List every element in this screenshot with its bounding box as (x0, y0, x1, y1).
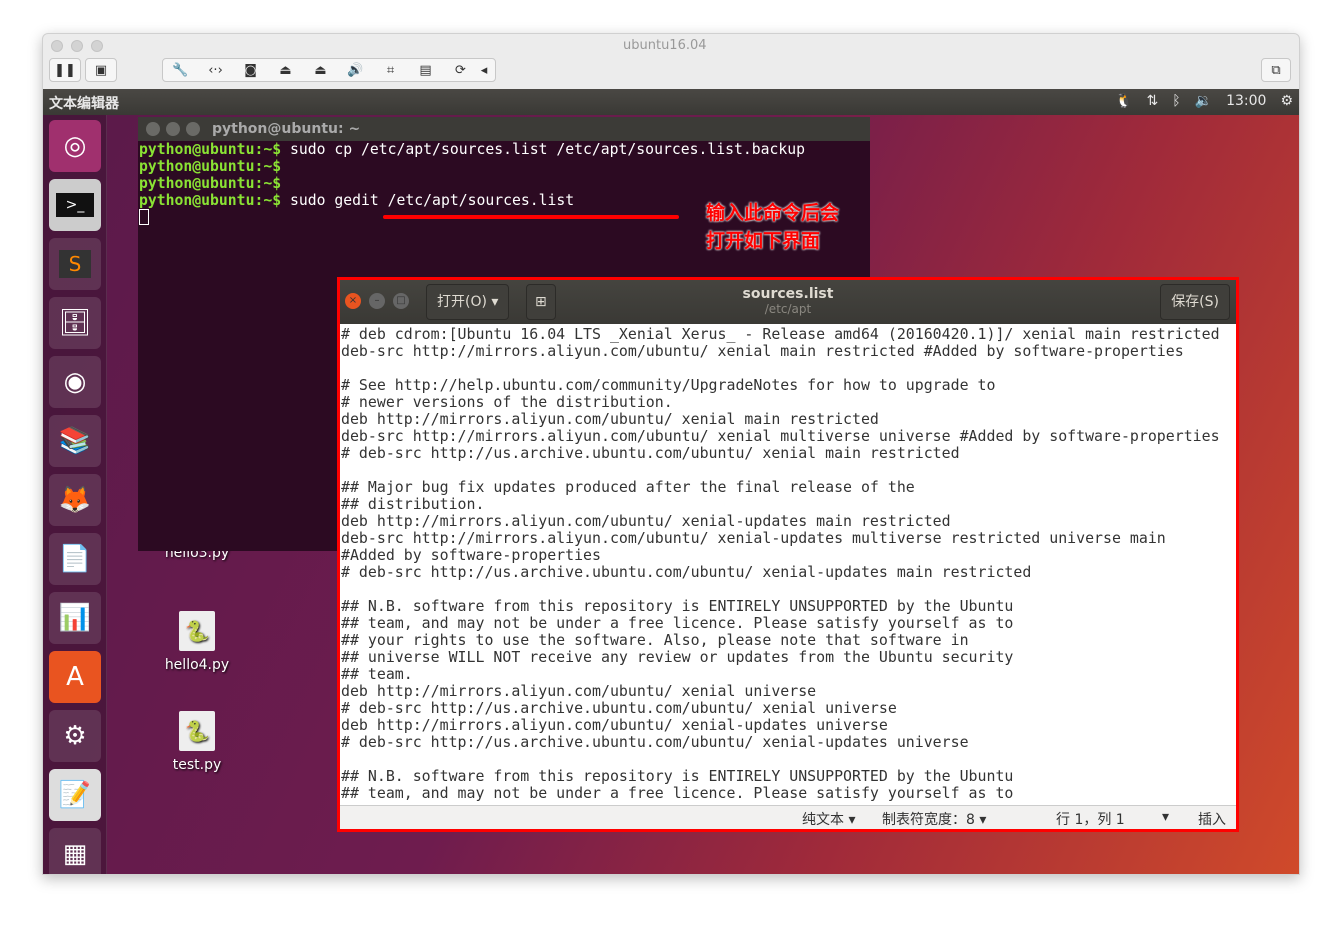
text-editor-icon[interactable]: 📝 (49, 769, 101, 821)
insert-mode[interactable]: 插入 (1198, 809, 1226, 829)
files-icon[interactable]: 🗄 (49, 297, 101, 349)
top-panel: 文本编辑器 🐧 ⇅ ᛒ 🔉 13:00 ⚙ (43, 89, 1299, 115)
floppy-icon[interactable]: ▤ (408, 63, 443, 78)
terminal-titlebar: python@ubuntu: ~ (138, 117, 870, 141)
bluetooth-icon[interactable]: ᛒ (1172, 93, 1180, 109)
snapshot-button[interactable]: ▣ (85, 58, 117, 82)
pause-icon: ❚❚ (54, 62, 76, 78)
terminal-line: python@ubuntu:~$ (139, 175, 282, 192)
network-icon[interactable]: ‹·› (198, 63, 233, 78)
network-arrows-icon[interactable]: ⇅ (1147, 93, 1159, 109)
cd-icon[interactable]: ⏏ (268, 63, 303, 78)
vm-window: ubuntu16.04 ❚❚ ▣ 🔧 ‹·› ◙ ⏏ ⏏ 🔊 ⌗ ▤ ⟳ ◂ ⧉ 文本编辑器 🐧 ⇅… (42, 33, 1300, 875)
software-center-icon[interactable]: A (49, 651, 101, 703)
wrench-icon[interactable]: 🔧 (163, 63, 198, 78)
close-icon[interactable] (146, 122, 160, 136)
editor-text-area[interactable]: # deb cdrom:[Ubuntu 16.04 LTS _Xenial Xe… (340, 324, 1236, 808)
terminal-cursor (139, 209, 149, 225)
sublime-text-icon[interactable]: S (49, 238, 101, 290)
windows-icon: ⧉ (1271, 62, 1281, 78)
gedit-window[interactable]: × – □ 打开(O) ▾ ⊞ sources.list /etc/apt 保存(S… (337, 277, 1239, 832)
save-button[interactable]: 保存(S) (1160, 284, 1230, 320)
desktop-file[interactable]: 🐍 hello4.py (157, 611, 237, 673)
writer-icon[interactable]: 📄 (49, 533, 101, 585)
books-icon[interactable]: 📚 (49, 415, 101, 467)
volume-icon[interactable]: 🔉 (1195, 93, 1212, 109)
language-selector[interactable]: 纯文本 ▾ (802, 809, 855, 829)
app-name: 文本编辑器 (49, 96, 119, 112)
close-button[interactable] (51, 40, 63, 52)
refresh-icon[interactable]: ⟳ (443, 63, 478, 78)
usb-icon[interactable]: ⌗ (373, 63, 408, 78)
cd2-icon[interactable]: ⏏ (303, 63, 338, 78)
zoom-button[interactable] (91, 40, 103, 52)
collapse-icon[interactable]: ◂ (478, 63, 490, 78)
terminal-title: python@ubuntu: ~ (212, 121, 361, 137)
chrome-icon[interactable]: ◉ (49, 356, 101, 408)
python-file-icon: 🐍 (179, 711, 215, 751)
pause-button[interactable]: ❚❚ (49, 58, 81, 82)
window-controls (51, 40, 103, 52)
annotation-underline (383, 215, 679, 219)
launcher: ◎ >_ S 🗄 ◉ 📚 🦊 📄 📊 A ⚙ 📝 ▦ (43, 115, 107, 874)
firefox-icon[interactable]: 🦊 (49, 474, 101, 526)
gedit-headerbar: × – □ 打开(O) ▾ ⊞ sources.list /etc/apt 保存(S… (340, 280, 1236, 324)
terminal-line: python@ubuntu:~$ sudo cp /etc/apt/source… (139, 141, 806, 158)
annotation-text: 输入此命令后会 打开如下界面 (706, 202, 840, 252)
chevron-down-icon[interactable]: ▾ (1162, 809, 1169, 825)
terminal-line: python@ubuntu:~$ (139, 158, 282, 175)
python-file-icon: 🐍 (179, 611, 215, 651)
desktop: ◎ >_ S 🗄 ◉ 📚 🦊 📄 📊 A ⚙ 📝 ▦ hello3.py 🐍 he… (43, 115, 1299, 874)
system-tray: 🐧 ⇅ ᛒ 🔉 13:00 ⚙ (1115, 93, 1293, 109)
system-settings-icon[interactable]: ⚙ (49, 710, 101, 762)
minimize-icon[interactable] (166, 122, 180, 136)
power-gear-icon[interactable]: ⚙ (1280, 93, 1293, 109)
vm-title: ubuntu16.04 (623, 38, 707, 53)
minimize-button[interactable] (71, 40, 83, 52)
ubuntu-dash-icon[interactable]: ◎ (49, 120, 101, 172)
desktop-file[interactable]: 🐍 test.py (157, 711, 237, 773)
vm-toolbar: 🔧 ‹·› ◙ ⏏ ⏏ 🔊 ⌗ ▤ ⟳ ◂ (162, 58, 496, 82)
tux-icon[interactable]: 🐧 (1115, 93, 1132, 109)
document-title: sources.list (742, 286, 834, 302)
document-path: /etc/apt (764, 302, 812, 316)
terminal-icon[interactable]: >_ (49, 179, 101, 231)
workspaces-icon[interactable]: ▦ (49, 828, 101, 874)
cursor-position[interactable]: 行 1，列 1 (1056, 809, 1125, 829)
maximize-icon[interactable] (186, 122, 200, 136)
fullscreen-button[interactable]: ⧉ (1261, 58, 1291, 82)
speaker-icon[interactable]: 🔊 (338, 63, 373, 78)
snapshot-icon: ▣ (94, 62, 108, 78)
disk-icon[interactable]: ◙ (233, 63, 268, 78)
tab-width-selector[interactable]: 制表符宽度：8 ▾ (882, 809, 986, 829)
calc-icon[interactable]: 📊 (49, 592, 101, 644)
status-bar: 纯文本 ▾ 制表符宽度：8 ▾ 行 1，列 1 ▾ 插入 (340, 805, 1236, 829)
clock[interactable]: 13:00 (1226, 93, 1266, 109)
